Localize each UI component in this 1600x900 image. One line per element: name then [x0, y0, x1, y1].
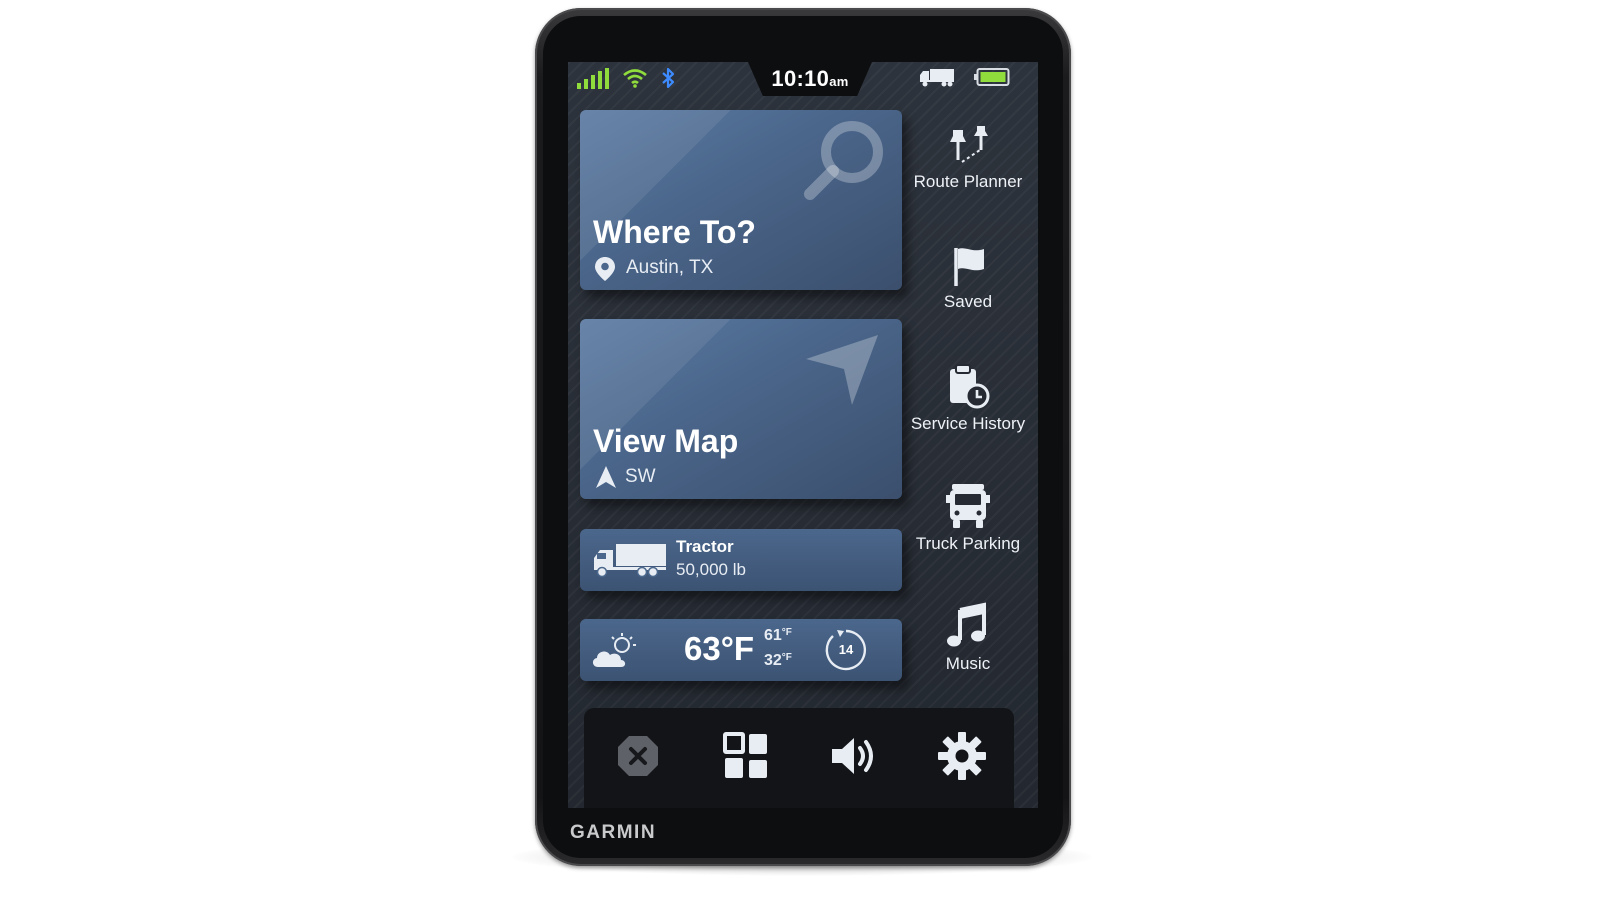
wifi-icon: [623, 69, 647, 88]
brand-logo: GARMIN: [570, 822, 657, 843]
where-to-title: Where To?: [593, 214, 756, 250]
forecast-button[interactable]: 14: [824, 628, 868, 672]
truck-icon: [594, 544, 666, 578]
music-button[interactable]: Music: [898, 602, 1038, 674]
bottom-toolbar: [584, 708, 1014, 808]
signal-icon: [577, 68, 609, 89]
route-planner-label: Route Planner: [913, 172, 1023, 191]
service-history-label: Service History: [910, 414, 1026, 433]
truck-parking-button[interactable]: Truck Parking: [898, 482, 1038, 554]
clock-ampm: am: [829, 74, 849, 89]
volume-button[interactable]: [824, 726, 884, 786]
weather-low-value: 32: [764, 652, 782, 669]
where-to-location: Austin, TX: [626, 257, 714, 278]
route-pins-icon: [950, 126, 988, 163]
where-to-tile[interactable]: Where To? Austin, TX: [580, 110, 902, 290]
saved-button[interactable]: Saved: [898, 244, 1038, 312]
forecast-days: 14: [838, 642, 854, 657]
bluetooth-icon: [662, 67, 675, 89]
stop-route-button[interactable]: [608, 726, 668, 786]
settings-button[interactable]: [932, 726, 992, 786]
status-clock: 10:10am: [748, 66, 872, 92]
volume-icon: [832, 738, 873, 774]
heading-arrow-icon: [596, 466, 616, 488]
partly-cloudy-icon: [592, 633, 636, 667]
navigation-arrow-icon: [806, 335, 878, 405]
search-icon: [804, 121, 883, 200]
view-map-tile[interactable]: View Map SW: [580, 319, 902, 499]
weather-high-unit: °F: [781, 627, 792, 638]
service-history-button[interactable]: Service History: [898, 362, 1038, 434]
battery-icon: [974, 68, 1010, 86]
music-label: Music: [945, 654, 991, 673]
view-map-heading: SW: [625, 466, 656, 487]
truck-front-icon: [946, 484, 990, 528]
flag-icon: [954, 248, 984, 286]
weather-high: 61°F: [764, 627, 792, 645]
vehicle-profile-tile[interactable]: Tractor 50,000 lb: [580, 529, 902, 591]
vehicle-name: Tractor: [676, 537, 734, 556]
weather-low: 32°F: [764, 652, 792, 670]
saved-label: Saved: [943, 292, 993, 311]
view-map-title: View Map: [593, 423, 739, 459]
music-note-icon: [947, 602, 986, 647]
route-planner-button[interactable]: Route Planner: [898, 124, 1038, 192]
truck-parking-label: Truck Parking: [915, 534, 1021, 553]
settings-gear-icon: [938, 732, 986, 780]
weather-high-value: 61: [764, 627, 782, 644]
device-screen: 10:10am Where To? Austin, TX View Map SW…: [568, 62, 1038, 808]
stop-icon: [618, 736, 658, 776]
weather-temperature: 63°F: [684, 630, 755, 667]
weather-tile[interactable]: 63°F 61°F 32°F 14: [580, 619, 902, 681]
location-pin-icon: [595, 257, 615, 281]
apps-grid-icon: [723, 732, 767, 778]
apps-button[interactable]: [716, 726, 776, 786]
truck-profile-icon: [920, 69, 954, 87]
vehicle-weight: 50,000 lb: [676, 560, 746, 579]
clock-time: 10:10: [771, 66, 830, 91]
clipboard-clock-icon: [950, 364, 990, 409]
weather-low-unit: °F: [781, 652, 792, 663]
